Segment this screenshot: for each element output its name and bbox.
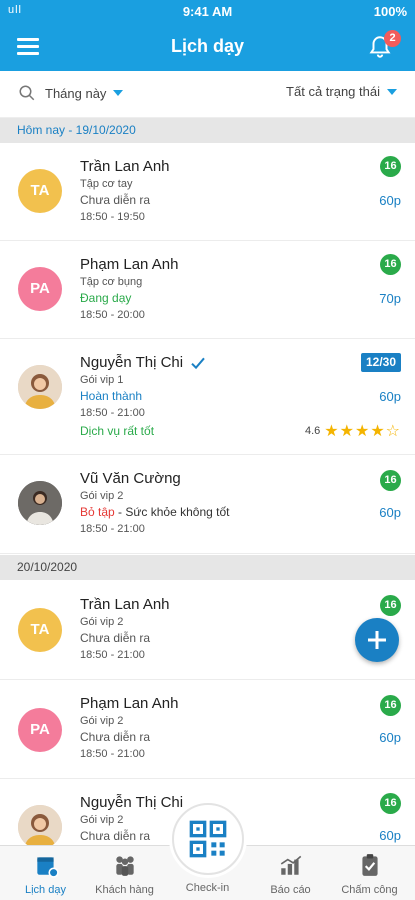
session-count: 16 xyxy=(380,793,401,814)
status-filter[interactable]: Tất cả trạng thái xyxy=(286,84,397,99)
student-name: Phạm Lan Anh xyxy=(80,256,179,273)
session-time: 18:50 - 21:00 xyxy=(80,407,145,419)
package-name: Gói vip 1 xyxy=(80,374,124,386)
avatar xyxy=(18,805,62,849)
star-rating-icon: ★★★★☆ xyxy=(324,423,401,440)
session-duration: 60p xyxy=(379,505,401,520)
tab-label: Báo cáo xyxy=(270,884,311,896)
person-photo-icon xyxy=(18,481,62,525)
session-status: Đang dạy xyxy=(80,291,132,305)
chevron-down-icon xyxy=(113,90,124,96)
period-filter[interactable]: Tháng này xyxy=(18,84,124,102)
student-name: Nguyễn Thị Chi xyxy=(80,354,184,371)
avatar xyxy=(18,481,62,525)
section-header: 20/10/2020 xyxy=(0,555,415,580)
person-photo-icon xyxy=(18,365,62,409)
session-time: 18:50 - 21:00 xyxy=(80,748,145,760)
session-duration: 60p xyxy=(379,730,401,745)
tab-check-in[interactable]: Check-in xyxy=(166,882,249,894)
chevron-down-icon xyxy=(387,88,397,95)
avatar: PA xyxy=(18,267,62,311)
session-count: 16 xyxy=(380,156,401,177)
student-name-row: Nguyễn Thị Chi xyxy=(80,354,206,371)
status-filter-label: Tất cả trạng thái xyxy=(286,84,380,99)
package-name: Gói vip 2 xyxy=(80,715,124,727)
session-status: Hoàn thành xyxy=(80,389,143,403)
verified-check-icon xyxy=(191,357,205,369)
session-status: Chưa diễn ra xyxy=(80,193,151,207)
session-status: Chưa diễn ra xyxy=(80,730,151,744)
package-name: Tập cơ bụng xyxy=(80,276,143,288)
session-count: 16 xyxy=(380,470,401,491)
users-icon xyxy=(115,856,134,876)
session-count: 16 xyxy=(380,254,401,275)
calendar-icon xyxy=(36,857,59,878)
package-name: Gói vip 2 xyxy=(80,616,124,628)
notification-badge: 2 xyxy=(384,30,401,47)
avatar xyxy=(18,365,62,409)
session-time: 18:50 - 19:50 xyxy=(80,211,145,223)
avatar: PA xyxy=(18,708,62,752)
tab-label: Check-in xyxy=(185,882,230,894)
session-count: 16 xyxy=(380,595,401,616)
rating: 4.6 ★★★★☆ xyxy=(305,421,401,441)
avatar: TA xyxy=(18,169,62,213)
period-filter-label: Tháng này xyxy=(45,85,107,101)
list-item[interactable]: Nguyễn Thị Chi Gói vip 1 Hoàn thành 18:5… xyxy=(0,339,415,455)
session-time: 18:50 - 21:00 xyxy=(80,523,145,535)
tab-bao-cao[interactable]: Báo cáo xyxy=(249,852,332,896)
session-time: 18:50 - 20:00 xyxy=(80,309,145,321)
session-time: 18:50 - 21:00 xyxy=(80,649,145,661)
status-bar: ull 9:41 AM 100% xyxy=(0,0,415,24)
person-photo-icon xyxy=(18,805,62,849)
battery-level: 100% xyxy=(373,4,407,19)
qr-icon xyxy=(189,820,227,858)
student-name: Trần Lan Anh xyxy=(80,158,170,175)
feedback-text: Dịch vụ rất tốt xyxy=(80,424,155,438)
package-name: Gói vip 2 xyxy=(80,490,124,502)
clipboard-icon xyxy=(361,854,378,876)
list-item[interactable]: TA Trần Lan Anh Tập cơ tay Chưa diễn ra … xyxy=(0,143,415,241)
session-status-row: Bỏ tập - Sức khỏe không tốt xyxy=(80,505,229,519)
student-name: Phạm Lan Anh xyxy=(80,695,179,712)
session-duration: 70p xyxy=(379,291,401,306)
tab-label: Chấm công xyxy=(341,884,398,896)
section-header: Hôm nay - 19/10/2020 xyxy=(0,118,415,143)
check-in-button[interactable] xyxy=(172,803,244,875)
list-item[interactable]: PA Phạm Lan Anh Gói vip 2 Chưa diễn ra 1… xyxy=(0,680,415,779)
session-duration: 60p xyxy=(379,389,401,404)
add-button[interactable] xyxy=(355,618,399,662)
session-duration: 60p xyxy=(379,193,401,208)
session-status: Bỏ tập xyxy=(80,505,115,519)
package-name: Gói vip 2 xyxy=(80,814,124,826)
tab-lich-day[interactable]: Lịch dạy xyxy=(4,852,87,896)
tab-label: Lịch dạy xyxy=(25,884,66,896)
search-icon xyxy=(19,85,35,101)
student-name: Trần Lan Anh xyxy=(80,596,170,613)
absence-reason: - Sức khỏe không tốt xyxy=(114,505,230,519)
filter-bar: Tháng này Tất cả trạng thái xyxy=(0,71,415,118)
session-status: Chưa diễn ra xyxy=(80,631,151,645)
clock: 9:41 AM xyxy=(182,4,233,19)
session-duration: 60p xyxy=(379,828,401,843)
rating-value: 4.6 xyxy=(304,425,321,437)
tab-label: Khách hàng xyxy=(95,884,154,896)
package-name: Tập cơ tay xyxy=(80,178,133,190)
list-item[interactable]: PA Phạm Lan Anh Tập cơ bụng Đang dạy 18:… xyxy=(0,241,415,339)
list-item[interactable]: TA Trần Lan Anh Gói vip 2 Chưa diễn ra 1… xyxy=(0,580,415,680)
student-name: Nguyễn Thị Chi xyxy=(80,794,184,811)
tab-khach-hang[interactable]: Khách hàng xyxy=(83,852,166,896)
chart-icon xyxy=(280,855,301,875)
student-name: Vũ Văn Cường xyxy=(80,470,181,487)
list-item[interactable]: Vũ Văn Cường Gói vip 2 Bỏ tập - Sức khỏe… xyxy=(0,455,415,554)
avatar: TA xyxy=(18,608,62,652)
app-bar: Lịch dạy 2 xyxy=(0,24,415,71)
session-count: 16 xyxy=(380,695,401,716)
tab-cham-cong[interactable]: Chấm công xyxy=(328,852,411,896)
session-count: 12/30 xyxy=(360,353,401,372)
session-status: Chưa diễn ra xyxy=(80,829,151,843)
page-title: Lịch dạy xyxy=(170,36,245,56)
